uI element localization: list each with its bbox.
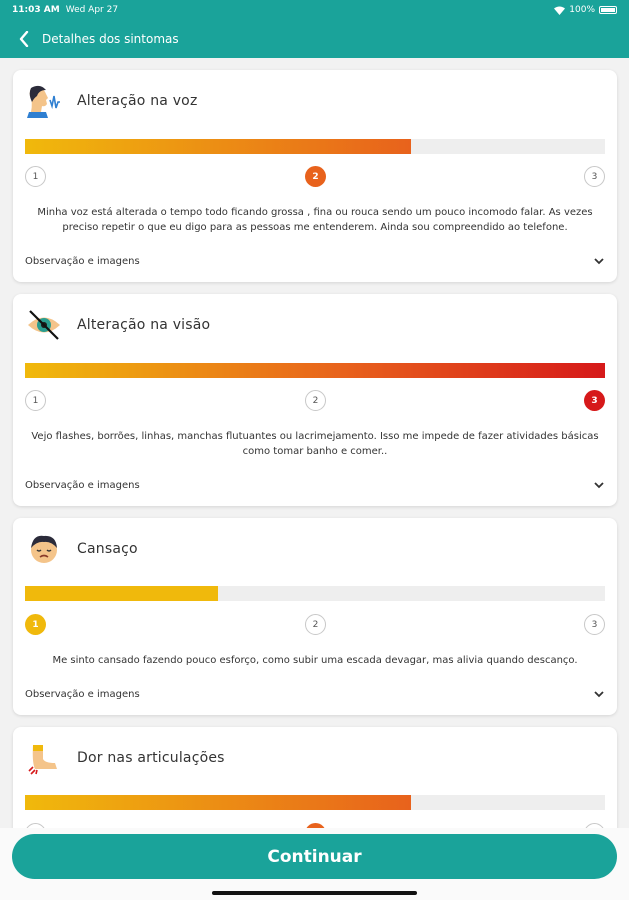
symptom-header: Dor nas articulações [25,741,225,775]
level-option-selected[interactable]: 3 [584,390,605,411]
severity-fill [25,363,605,378]
severity-fill [25,795,411,810]
voice-change-icon [25,84,63,118]
status-time: 11:03 AM [12,5,60,15]
home-indicator[interactable] [212,891,417,895]
vision-change-icon [25,308,63,342]
joint-pain-icon [25,741,63,775]
severity-bar [25,795,605,810]
observation-label: Observação e imagens [25,255,140,267]
severity-levels: 1 2 3 [25,614,605,636]
symptom-description: Minha voz está alterada o tempo todo fic… [37,207,593,233]
symptom-description: Vejo flashes, borrões, linhas, manchas f… [31,431,599,457]
level-option[interactable]: 3 [584,166,605,187]
symptom-name: Alteração na visão [77,317,211,333]
observation-toggle[interactable]: Observação e imagens [25,685,605,703]
status-bar: 11:03 AM Wed Apr 27 100% [0,0,629,20]
symptom-name: Alteração na voz [77,93,198,109]
observation-toggle[interactable]: Observação e imagens [25,252,605,270]
severity-levels: 1 2 3 [25,166,605,188]
level-option[interactable]: 3 [584,614,605,635]
chevron-down-icon [593,479,605,491]
severity-bar [25,139,605,154]
symptom-card: Dor nas articulações 1 2 3 [13,727,617,828]
chevron-down-icon [593,688,605,700]
status-right: 100% [554,5,617,15]
wifi-icon [554,6,566,15]
observation-label: Observação e imagens [25,688,140,700]
level-option[interactable]: 1 [25,166,46,187]
bottom-bar: Continuar [0,828,629,900]
level-option[interactable]: 2 [305,614,326,635]
symptom-name: Cansaço [77,541,138,557]
severity-bar [25,586,605,601]
symptom-description: Me sinto cansado fazendo pouco esforço, … [52,655,578,666]
symptom-name: Dor nas articulações [77,750,225,766]
battery-icon [599,6,617,14]
severity-levels: 1 2 3 [25,390,605,412]
continue-button[interactable]: Continuar [12,834,617,879]
battery-percent: 100% [569,5,595,15]
status-date: Wed Apr 27 [65,5,119,15]
fatigue-icon [25,532,63,566]
level-option[interactable]: 1 [25,390,46,411]
symptom-header: Alteração na voz [25,84,198,118]
observation-label: Observação e imagens [25,479,140,491]
back-button[interactable] [14,29,34,49]
severity-bar [25,363,605,378]
page-title: Detalhes dos sintomas [42,32,179,46]
symptom-header: Cansaço [25,532,138,566]
severity-fill [25,139,411,154]
symptom-header: Alteração na visão [25,308,210,342]
symptom-card: Cansaço 1 2 3 Me sinto cansado fazendo p… [13,518,617,715]
chevron-left-icon [19,31,29,47]
severity-fill [25,586,218,601]
symptom-card: Alteração na voz 1 2 3 Minha voz está al… [13,70,617,282]
observation-toggle[interactable]: Observação e imagens [25,476,605,494]
symptom-list[interactable]: Alteração na voz 1 2 3 Minha voz está al… [0,58,629,828]
symptom-card: Alteração na visão 1 2 3 Vejo flashes, b… [13,294,617,506]
level-option-selected[interactable]: 1 [25,614,46,635]
level-option-selected[interactable]: 2 [305,166,326,187]
chevron-down-icon [593,255,605,267]
level-option[interactable]: 2 [305,390,326,411]
app-bar: Detalhes dos sintomas [0,20,629,58]
